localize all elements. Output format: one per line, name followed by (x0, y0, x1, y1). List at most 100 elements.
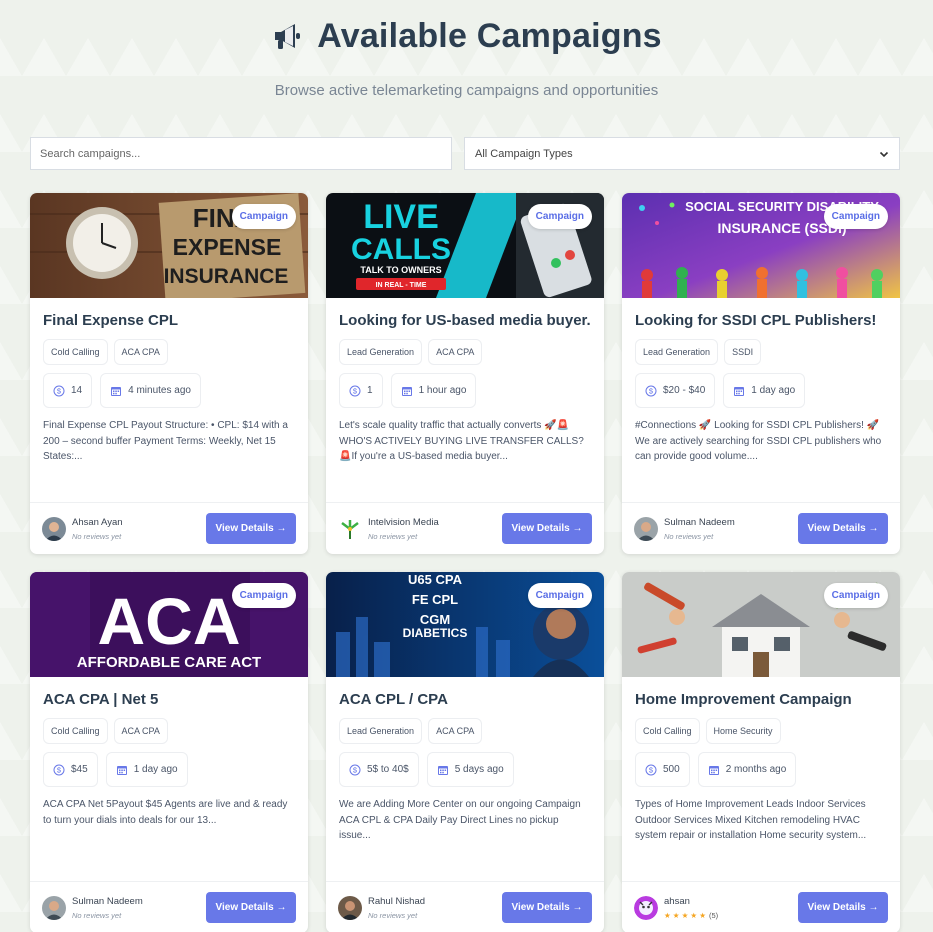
payout-pill: $ $45 (43, 752, 98, 787)
author-name: Sulman Nadeem (664, 516, 735, 528)
author[interactable]: Sulman Nadeem No reviews yet (42, 895, 143, 920)
reviews-text: No reviews yet (72, 531, 122, 541)
svg-text:$: $ (57, 386, 62, 395)
campaign-title[interactable]: ACA CPA | Net 5 (43, 690, 295, 709)
stars-icon: ★ ★ ★ ★ ★ (664, 910, 706, 920)
view-details-button[interactable]: View Details → (798, 513, 888, 544)
author-name: Ahsan Ayan (72, 516, 123, 528)
author-name: Intelvision Media (368, 516, 439, 528)
campaign-card[interactable]: ACA AFFORDABLE CARE ACT Campaign ACA CPA… (30, 572, 308, 932)
campaign-tag: ACA CPA (113, 718, 168, 744)
campaign-tag: SSDI (724, 339, 762, 365)
campaign-card[interactable]: SOCIAL SECURITY DISABILITY INSURANCE (SS… (622, 193, 900, 554)
campaign-type-value: All Campaign Types (475, 147, 573, 160)
author-name: ahsan (664, 895, 690, 907)
avatar (338, 516, 362, 541)
avatar (634, 895, 658, 920)
campaign-title[interactable]: ACA CPL / CPA (339, 690, 591, 709)
calendar-icon (437, 765, 448, 775)
campaign-title[interactable]: Final Expense CPL (43, 311, 295, 330)
author-name: Rahul Nishad (368, 895, 426, 907)
chevron-down-icon (879, 151, 889, 157)
campaign-badge: Campaign (527, 204, 592, 229)
campaign-title[interactable]: Looking for US-based media buyer. (339, 311, 591, 330)
posted-time: 2 months ago (725, 764, 787, 775)
svg-text:INSURANCE: INSURANCE (164, 265, 289, 288)
campaign-tags: Cold Calling ACA CPA (43, 718, 295, 744)
calendar-icon (111, 386, 122, 396)
author-name: Sulman Nadeem (72, 895, 143, 907)
author[interactable]: Intelvision Media No reviews yet (338, 516, 439, 541)
avatar (42, 516, 66, 541)
posted-pill: 4 minutes ago (100, 373, 201, 408)
campaign-meta: $ 14 4 minutes ago (43, 373, 295, 408)
view-details-button[interactable]: View Details → (502, 513, 592, 544)
payout-pill: $ 1 (339, 373, 383, 408)
svg-text:$: $ (353, 765, 358, 774)
dollar-icon: $ (645, 385, 657, 396)
dollar-icon: $ (645, 764, 657, 775)
search-input[interactable] (30, 137, 452, 170)
rating-count: (5) (708, 910, 719, 920)
campaign-meta: $ 5$ to 40$ 5 days ago (339, 752, 591, 787)
payout-pill: $ $20 - $40 (635, 373, 716, 408)
payout-value: 14 (71, 385, 83, 396)
author[interactable]: Sulman Nadeem No reviews yet (634, 516, 735, 541)
calendar-icon (708, 765, 719, 775)
campaign-card[interactable]: FINAL EXPENSE INSURANCE Campaign Final E… (30, 193, 308, 554)
view-details-button[interactable]: View Details → (206, 513, 296, 544)
view-details-button[interactable]: View Details → (798, 892, 888, 923)
svg-text:FE CPL: FE CPL (412, 592, 458, 607)
campaign-card[interactable]: U65 CPA FE CPL CGM DIABETICS Campaign AC… (326, 572, 604, 932)
payout-pill: $ 14 (43, 373, 93, 408)
view-details-button[interactable]: View Details → (206, 892, 296, 923)
campaign-badge: Campaign (231, 204, 296, 229)
campaign-description: ACA CPA Net 5Payout $45 Agents are live … (43, 799, 288, 826)
svg-text:TALK TO OWNERS: TALK TO OWNERS (360, 265, 441, 275)
payout-value: 500 (663, 764, 680, 775)
svg-text:$: $ (649, 765, 654, 774)
megaphone-icon (275, 24, 301, 49)
campaign-badge: Campaign (823, 204, 888, 229)
campaign-badge: Campaign (231, 583, 296, 608)
svg-text:CALLS: CALLS (351, 233, 451, 266)
campaign-tag: Lead Generation (635, 339, 719, 365)
campaign-title[interactable]: Home Improvement Campaign (635, 690, 887, 709)
campaign-meta: $ $20 - $40 1 day ago (635, 373, 887, 408)
svg-text:U65 CPA: U65 CPA (408, 572, 463, 587)
posted-time: 1 day ago (133, 764, 178, 775)
campaign-badge: Campaign (823, 583, 888, 608)
dollar-icon: $ (53, 764, 65, 775)
author[interactable]: Rahul Nishad No reviews yet (338, 895, 426, 920)
campaign-meta: $ $45 1 day ago (43, 752, 295, 787)
posted-pill: 1 hour ago (390, 373, 477, 408)
campaign-card[interactable]: LIVE CALLS TALK TO OWNERS IN REAL - TIME… (326, 193, 604, 554)
svg-text:LIVE: LIVE (363, 198, 439, 236)
payout-value: 1 (367, 385, 373, 396)
campaign-description: #Connections 🚀 Looking for SSDI CPL Publ… (635, 420, 882, 462)
payout-pill: $ 5$ to 40$ (339, 752, 419, 787)
avatar (634, 516, 658, 541)
campaign-type-select[interactable]: All Campaign Types (464, 137, 900, 170)
posted-pill: 1 day ago (723, 373, 806, 408)
svg-text:EXPENSE: EXPENSE (173, 234, 282, 260)
svg-text:$: $ (649, 386, 654, 395)
campaign-title[interactable]: Looking for SSDI CPL Publishers! (635, 311, 887, 330)
campaign-tags: Lead Generation SSDI (635, 339, 887, 365)
campaign-tags: Cold Calling Home Security (635, 718, 887, 744)
reviews-text: No reviews yet (72, 910, 122, 920)
reviews-text: No reviews yet (368, 910, 418, 920)
view-details-button[interactable]: View Details → (502, 892, 592, 923)
campaign-tag: ACA CPA (428, 718, 483, 744)
campaign-meta: $ 1 1 hour ago (339, 373, 591, 408)
avatar (338, 895, 362, 920)
svg-text:AFFORDABLE CARE ACT: AFFORDABLE CARE ACT (77, 654, 261, 671)
payout-pill: $ 500 (635, 752, 690, 787)
author[interactable]: Ahsan Ayan No reviews yet (42, 516, 123, 541)
author[interactable]: ahsan ★ ★ ★ ★ ★ (5) (634, 895, 719, 920)
campaign-card[interactable]: Campaign Home Improvement Campaign Cold … (622, 572, 900, 932)
campaign-description: Let's scale quality traffic that actuall… (339, 420, 584, 462)
posted-time: 1 hour ago (418, 385, 467, 396)
reviews-text: No reviews yet (368, 531, 418, 541)
payout-value: 5$ to 40$ (367, 764, 409, 775)
